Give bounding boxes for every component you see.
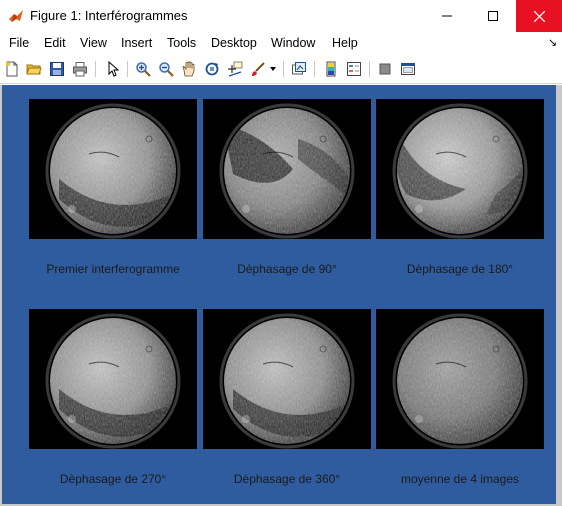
menu-window[interactable]: Window xyxy=(271,36,315,51)
rotate-3d-icon[interactable] xyxy=(203,60,221,78)
menu-help[interactable]: Help xyxy=(332,36,358,51)
interferogram-image xyxy=(29,309,197,449)
interferogram-image xyxy=(376,99,544,239)
close-icon xyxy=(533,10,545,22)
maximize-icon xyxy=(488,11,498,21)
print-icon[interactable] xyxy=(71,60,89,78)
menu-file[interactable]: File xyxy=(9,36,29,51)
window-border xyxy=(0,85,2,506)
menu-tools[interactable]: Tools xyxy=(167,36,196,51)
data-cursor-icon[interactable] xyxy=(226,60,244,78)
window-title: Figure 1: Interférogrammes xyxy=(30,8,188,23)
maximize-button[interactable] xyxy=(470,0,516,32)
legend-icon[interactable] xyxy=(345,60,363,78)
menu-bar: File Edit View Insert Tools Desktop Wind… xyxy=(0,33,562,54)
minimize-icon xyxy=(442,15,452,17)
dock-arrow-icon[interactable]: ↘ xyxy=(548,36,557,49)
zoom-out-icon[interactable] xyxy=(157,60,175,78)
interferogram-image xyxy=(29,99,197,239)
interferogram-image xyxy=(203,309,371,449)
minimize-button[interactable] xyxy=(424,0,470,32)
menu-insert[interactable]: Insert xyxy=(121,36,152,51)
open-file-icon[interactable] xyxy=(25,60,43,78)
window-border xyxy=(556,85,562,506)
title-bar: Figure 1: Interférogrammes xyxy=(0,0,562,32)
hide-plot-tools-icon[interactable] xyxy=(376,60,394,78)
zoom-in-icon[interactable] xyxy=(134,60,152,78)
brush-icon[interactable] xyxy=(249,60,267,78)
link-plot-icon[interactable] xyxy=(290,60,308,78)
toolbar-separator xyxy=(314,61,315,77)
matlab-icon xyxy=(8,8,24,24)
show-plot-tools-icon[interactable] xyxy=(399,60,417,78)
colorbar-icon[interactable] xyxy=(322,60,340,78)
toolbar-separator xyxy=(283,61,284,77)
new-figure-icon[interactable] xyxy=(3,60,21,78)
subplot-caption: Premier interferogramme xyxy=(46,262,180,276)
toolbar-separator xyxy=(369,61,370,77)
menu-desktop[interactable]: Desktop xyxy=(211,36,257,51)
pointer-icon[interactable] xyxy=(104,60,122,78)
close-button[interactable] xyxy=(516,0,562,32)
menu-edit[interactable]: Edit xyxy=(44,36,66,51)
save-icon[interactable] xyxy=(48,60,66,78)
brush-dropdown-chevron-down-icon[interactable] xyxy=(268,60,278,78)
menu-view[interactable]: View xyxy=(80,36,107,51)
interferogram-image xyxy=(376,309,544,449)
subplot-caption: Dèphasage de 270° xyxy=(59,472,167,486)
figure-toolbar xyxy=(0,56,562,84)
subplot-caption: Dèphasage de 90° xyxy=(237,262,337,276)
interferogram-image xyxy=(203,99,371,239)
subplot-caption: moyenne de 4 images xyxy=(400,472,520,486)
pan-icon[interactable] xyxy=(180,60,198,78)
toolbar-separator xyxy=(95,61,96,77)
toolbar-separator xyxy=(127,61,128,77)
subplot-caption: Dèphasage de 180° xyxy=(406,262,514,276)
subplot-caption: Dèphasage de 360° xyxy=(233,472,341,486)
